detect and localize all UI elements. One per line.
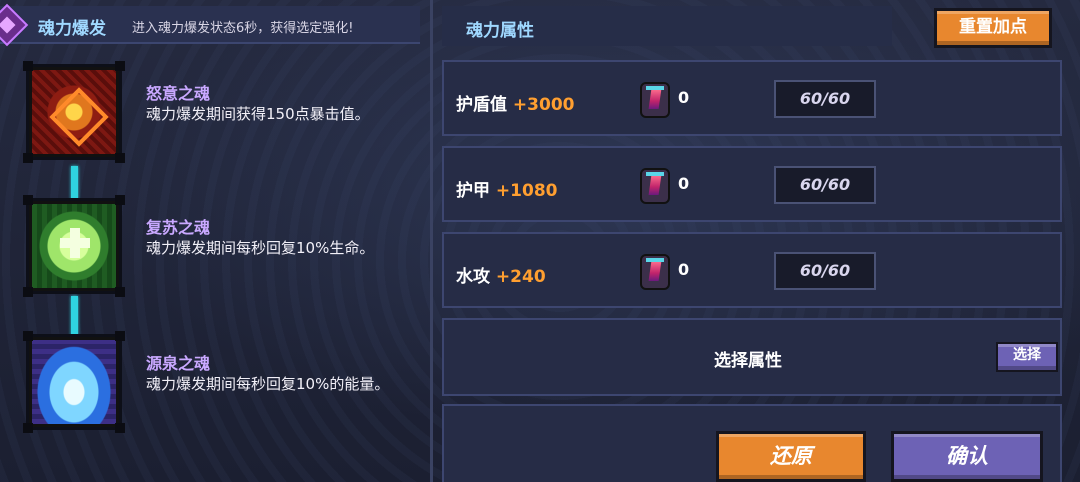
revive-soul-icon[interactable] <box>23 195 125 297</box>
panel-divider <box>430 0 433 482</box>
soul-name: 怒意之魂 <box>146 84 211 103</box>
soul-name: 源泉之魂 <box>146 354 211 373</box>
attribute-label: 护盾值 +3000 <box>456 90 574 115</box>
rage-soul-icon[interactable] <box>23 61 125 163</box>
select-attribute-button[interactable]: 选择 <box>996 342 1058 372</box>
attribute-row-water-attack: 水攻 +240 0 60/60 <box>442 232 1062 308</box>
soul-description: 魂力爆发期间获得150点暴击值。 <box>146 105 370 123</box>
attribute-label: 护甲 +1080 <box>456 176 557 201</box>
attribute-bonus: +1080 <box>495 181 558 201</box>
restore-button[interactable]: 还原 <box>716 431 866 482</box>
attribute-name: 护甲 <box>456 181 490 201</box>
gem-count: 0 <box>678 88 690 107</box>
gem-count: 0 <box>678 174 690 193</box>
soul-description: 魂力爆发期间每秒回复10%生命。 <box>146 239 375 257</box>
select-attribute-row: 选择属性 选择 <box>442 318 1062 396</box>
attributes-title: 魂力属性 <box>466 21 534 41</box>
select-attribute-label: 选择属性 <box>714 351 782 371</box>
attribute-label: 水攻 +240 <box>456 262 546 287</box>
source-soul-icon[interactable] <box>23 331 125 433</box>
soul-burst-header: 魂力爆发 进入魂力爆发状态6秒，获得选定强化! <box>0 3 420 47</box>
attribute-name: 护盾值 <box>456 95 507 115</box>
soul-description: 魂力爆发期间每秒回复10%的能量。 <box>146 375 390 393</box>
soul-burst-panel: 魂力爆发 进入魂力爆发状态6秒，获得选定强化! 怒意之魂 魂力爆发期间获得150… <box>0 0 430 482</box>
soul-chain-link <box>71 166 78 200</box>
attribute-bonus: +240 <box>495 267 546 287</box>
level-field[interactable]: 60/60 <box>774 166 876 204</box>
burst-emblem-icon <box>0 3 29 47</box>
level-field[interactable]: 60/60 <box>774 80 876 118</box>
soul-gem-icon <box>640 254 670 290</box>
attribute-row-shield: 护盾值 +3000 0 60/60 <box>442 60 1062 136</box>
soul-gem-icon <box>640 82 670 118</box>
attribute-name: 水攻 <box>456 267 490 287</box>
soul-burst-description: 进入魂力爆发状态6秒，获得选定强化! <box>132 21 354 36</box>
attribute-bonus: +3000 <box>512 95 575 115</box>
soul-gem-icon <box>640 168 670 204</box>
attributes-header: 魂力属性 <box>442 6 892 46</box>
soul-burst-title: 魂力爆发 <box>38 19 106 39</box>
reset-points-button[interactable]: 重置加点 <box>934 8 1052 48</box>
soul-name: 复苏之魂 <box>146 218 211 237</box>
gem-count: 0 <box>678 260 690 279</box>
soul-chain-link <box>71 296 78 336</box>
attribute-row-armor: 护甲 +1080 0 60/60 <box>442 146 1062 222</box>
level-field[interactable]: 60/60 <box>774 252 876 290</box>
confirm-button[interactable]: 确认 <box>891 431 1043 482</box>
